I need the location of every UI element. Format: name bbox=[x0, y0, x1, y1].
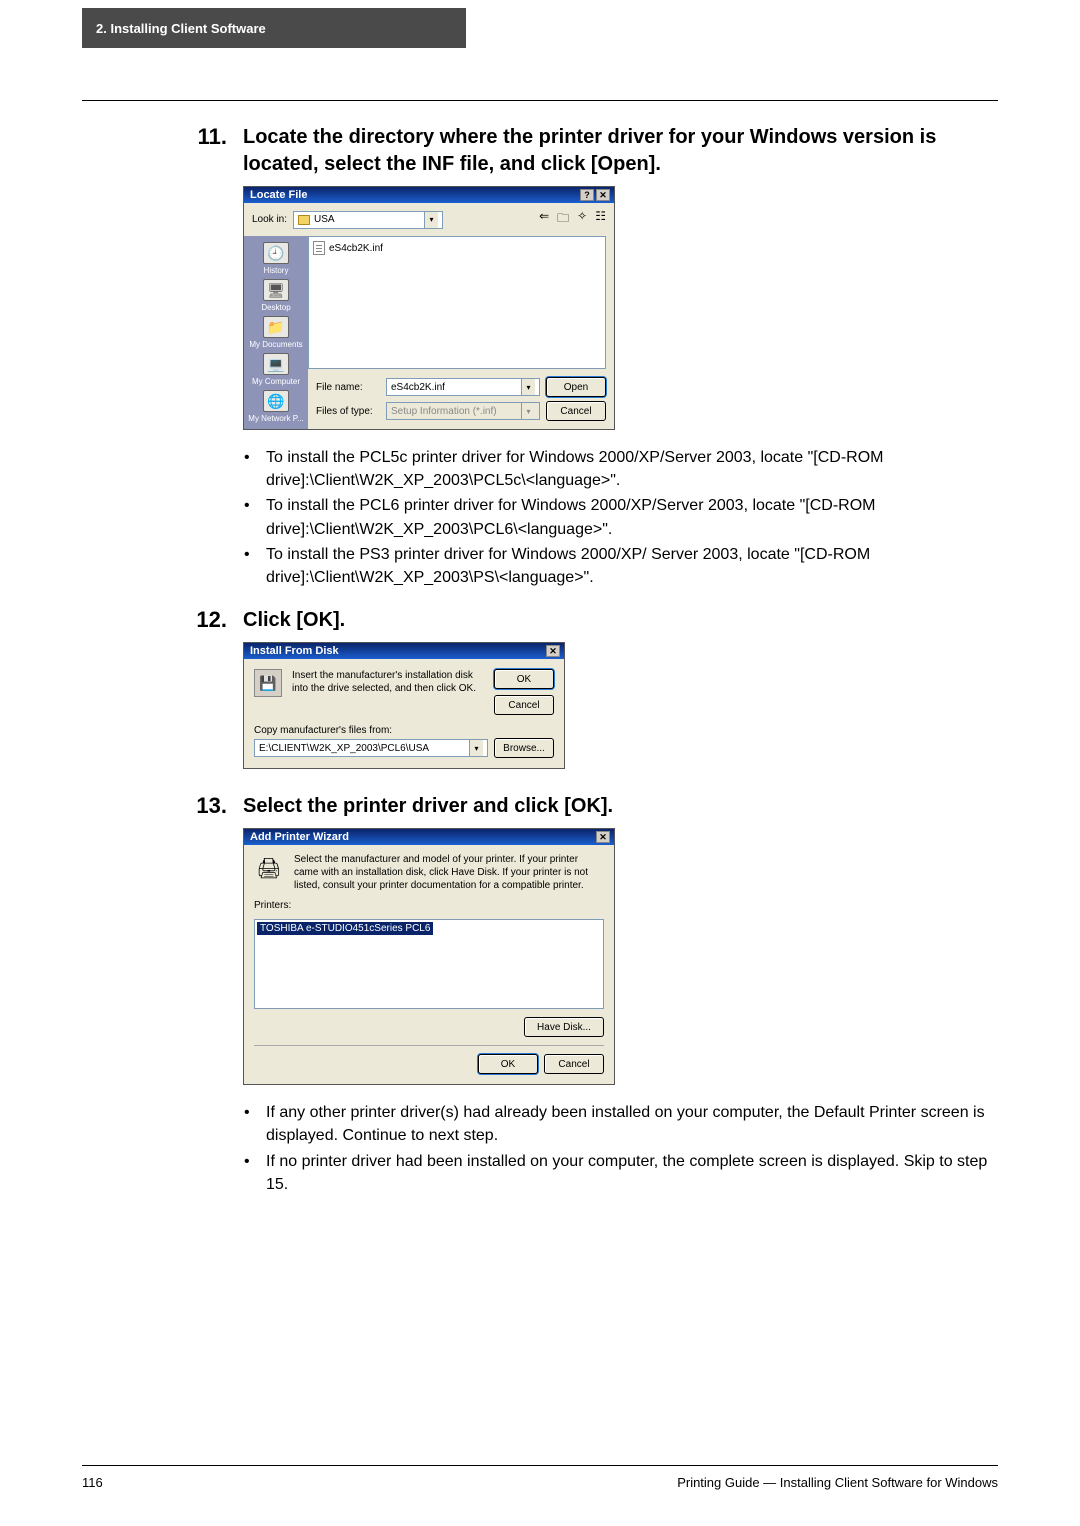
wizard-text: Select the manufacturer and model of you… bbox=[294, 853, 604, 892]
locate-title-text: Locate File bbox=[250, 189, 307, 201]
new-folder-icon[interactable]: ✧ bbox=[577, 209, 587, 230]
ok-button[interactable]: OK bbox=[478, 1054, 538, 1074]
history-icon: 🕘 bbox=[263, 242, 289, 264]
printers-label: Printers: bbox=[254, 900, 604, 911]
place-mynet[interactable]: 🌐 My Network P... bbox=[244, 390, 308, 423]
chevron-down-icon[interactable]: ▾ bbox=[521, 403, 535, 419]
step-13-bullets: • If any other printer driver(s) had alre… bbox=[244, 1101, 998, 1196]
bullet-dot: • bbox=[244, 446, 250, 492]
cancel-button[interactable]: Cancel bbox=[546, 401, 606, 421]
step-12-title: Click [OK]. bbox=[243, 607, 998, 634]
place-mynet-label: My Network P... bbox=[248, 414, 303, 423]
wizard-titlebar: Add Printer Wizard ✕ bbox=[244, 829, 614, 845]
bullet-text: To install the PCL6 printer driver for W… bbox=[266, 494, 998, 540]
place-mydocs-label: My Documents bbox=[249, 340, 302, 349]
step-12-number: 12. bbox=[82, 607, 227, 779]
cancel-button[interactable]: Cancel bbox=[494, 695, 554, 715]
bullet-dot: • bbox=[244, 1150, 250, 1196]
lookin-dropdown[interactable]: USA ▾ bbox=[293, 211, 443, 229]
filename-input[interactable]: eS4cb2K.inf ▾ bbox=[386, 378, 540, 396]
file-item-name: eS4cb2K.inf bbox=[329, 243, 383, 254]
bullet-dot: • bbox=[244, 494, 250, 540]
bullet-dot: • bbox=[244, 1101, 250, 1147]
open-button[interactable]: Open bbox=[546, 377, 606, 397]
place-history-label: History bbox=[264, 266, 289, 275]
top-rule bbox=[82, 100, 998, 101]
filetype-value: Setup Information (*.inf) bbox=[391, 406, 497, 417]
wizard-title-text: Add Printer Wizard bbox=[250, 831, 349, 843]
page-number: 116 bbox=[82, 1475, 103, 1490]
lookin-label: Look in: bbox=[252, 214, 287, 225]
page-content: 11. Locate the directory where the print… bbox=[82, 124, 998, 1214]
filetype-input[interactable]: Setup Information (*.inf) ▾ bbox=[386, 402, 540, 420]
place-mycomp-label: My Computer bbox=[252, 377, 300, 386]
filetype-label: Files of type: bbox=[316, 406, 380, 417]
install-titlebar: Install From Disk ✕ bbox=[244, 643, 564, 659]
chevron-down-icon[interactable]: ▾ bbox=[521, 379, 535, 395]
bullet-text: If no printer driver had been installed … bbox=[266, 1150, 998, 1196]
filename-value: eS4cb2K.inf bbox=[391, 382, 445, 393]
place-mycomp[interactable]: 💻 My Computer bbox=[244, 353, 308, 386]
step-12: 12. Click [OK]. Install From Disk ✕ 💾 In… bbox=[82, 607, 998, 779]
printer-selected-item[interactable]: TOSHIBA e-STUDIO451cSeries PCL6 bbox=[257, 922, 433, 935]
place-desktop[interactable]: 🖥 Desktop bbox=[244, 279, 308, 312]
have-disk-button[interactable]: Have Disk... bbox=[524, 1017, 604, 1037]
lookin-value: USA bbox=[314, 214, 335, 225]
inf-file-icon bbox=[313, 241, 325, 255]
disk-icon: 💾 bbox=[254, 669, 282, 697]
locate-file-dialog: Locate File ? ✕ Look in: USA ▾ bbox=[243, 186, 615, 430]
chevron-down-icon[interactable]: ▾ bbox=[469, 740, 483, 756]
places-bar: 🕘 History 🖥 Desktop 📁 My Documents 💻 My Comp… bbox=[244, 236, 308, 429]
copyfrom-input[interactable]: E:\CLIENT\W2K_XP_2003\PCL6\USA ▾ bbox=[254, 739, 488, 757]
bullet-text: To install the PCL5c printer driver for … bbox=[266, 446, 998, 492]
cancel-button[interactable]: Cancel bbox=[544, 1054, 604, 1074]
file-item[interactable]: eS4cb2K.inf bbox=[313, 241, 601, 255]
install-text: Insert the manufacturer's installation d… bbox=[292, 669, 484, 695]
locate-titlebar: Locate File ? ✕ bbox=[244, 187, 614, 203]
bullet-text: To install the PS3 printer driver for Wi… bbox=[266, 543, 998, 589]
step-11-number: 11. bbox=[82, 124, 227, 440]
desktop-icon: 🖥 bbox=[263, 279, 289, 301]
step-13-number: 13. bbox=[82, 793, 227, 1095]
install-title-text: Install From Disk bbox=[250, 645, 339, 657]
place-desktop-label: Desktop bbox=[261, 303, 290, 312]
folder-icon bbox=[298, 215, 310, 225]
footer: 116 Printing Guide — Installing Client S… bbox=[82, 1475, 998, 1490]
help-icon[interactable]: ? bbox=[580, 189, 594, 201]
chevron-down-icon[interactable]: ▾ bbox=[424, 212, 438, 228]
mydocs-icon: 📁 bbox=[263, 316, 289, 338]
close-icon[interactable]: ✕ bbox=[546, 645, 560, 657]
place-mydocs[interactable]: 📁 My Documents bbox=[244, 316, 308, 349]
footer-text: Printing Guide — Installing Client Softw… bbox=[677, 1475, 998, 1490]
browse-button[interactable]: Browse... bbox=[494, 738, 554, 758]
step-11-title: Locate the directory where the printer d… bbox=[243, 124, 998, 178]
close-icon[interactable]: ✕ bbox=[596, 189, 610, 201]
close-icon[interactable]: ✕ bbox=[596, 831, 610, 843]
printers-list[interactable]: TOSHIBA e-STUDIO451cSeries PCL6 bbox=[254, 919, 604, 1009]
step-13: 13. Select the printer driver and click … bbox=[82, 793, 998, 1095]
copyfrom-label: Copy manufacturer's files from: bbox=[254, 725, 554, 736]
back-icon[interactable]: ⇐ bbox=[539, 209, 549, 230]
up-folder-icon[interactable]: 🗀 bbox=[557, 209, 569, 230]
file-list[interactable]: eS4cb2K.inf bbox=[308, 236, 606, 369]
header-tab: 2. Installing Client Software bbox=[82, 8, 466, 48]
filename-label: File name: bbox=[316, 382, 380, 393]
step-11: 11. Locate the directory where the print… bbox=[82, 124, 998, 440]
step-13-title: Select the printer driver and click [OK]… bbox=[243, 793, 998, 820]
bullet-text: If any other printer driver(s) had alrea… bbox=[266, 1101, 998, 1147]
mycomp-icon: 💻 bbox=[263, 353, 289, 375]
printer-icon: 🖨 bbox=[254, 853, 284, 883]
place-history[interactable]: 🕘 History bbox=[244, 242, 308, 275]
views-icon[interactable]: ☷ bbox=[595, 209, 606, 230]
network-icon: 🌐 bbox=[263, 390, 289, 412]
add-printer-wizard-dialog: Add Printer Wizard ✕ 🖨 Select the manufa… bbox=[243, 828, 615, 1085]
bottom-rule bbox=[82, 1465, 998, 1466]
bullet-dot: • bbox=[244, 543, 250, 589]
step-11-bullets: • To install the PCL5c printer driver for… bbox=[244, 446, 998, 589]
ok-button[interactable]: OK bbox=[494, 669, 554, 689]
copyfrom-value: E:\CLIENT\W2K_XP_2003\PCL6\USA bbox=[259, 743, 429, 754]
install-from-disk-dialog: Install From Disk ✕ 💾 Insert the manufac… bbox=[243, 642, 565, 769]
